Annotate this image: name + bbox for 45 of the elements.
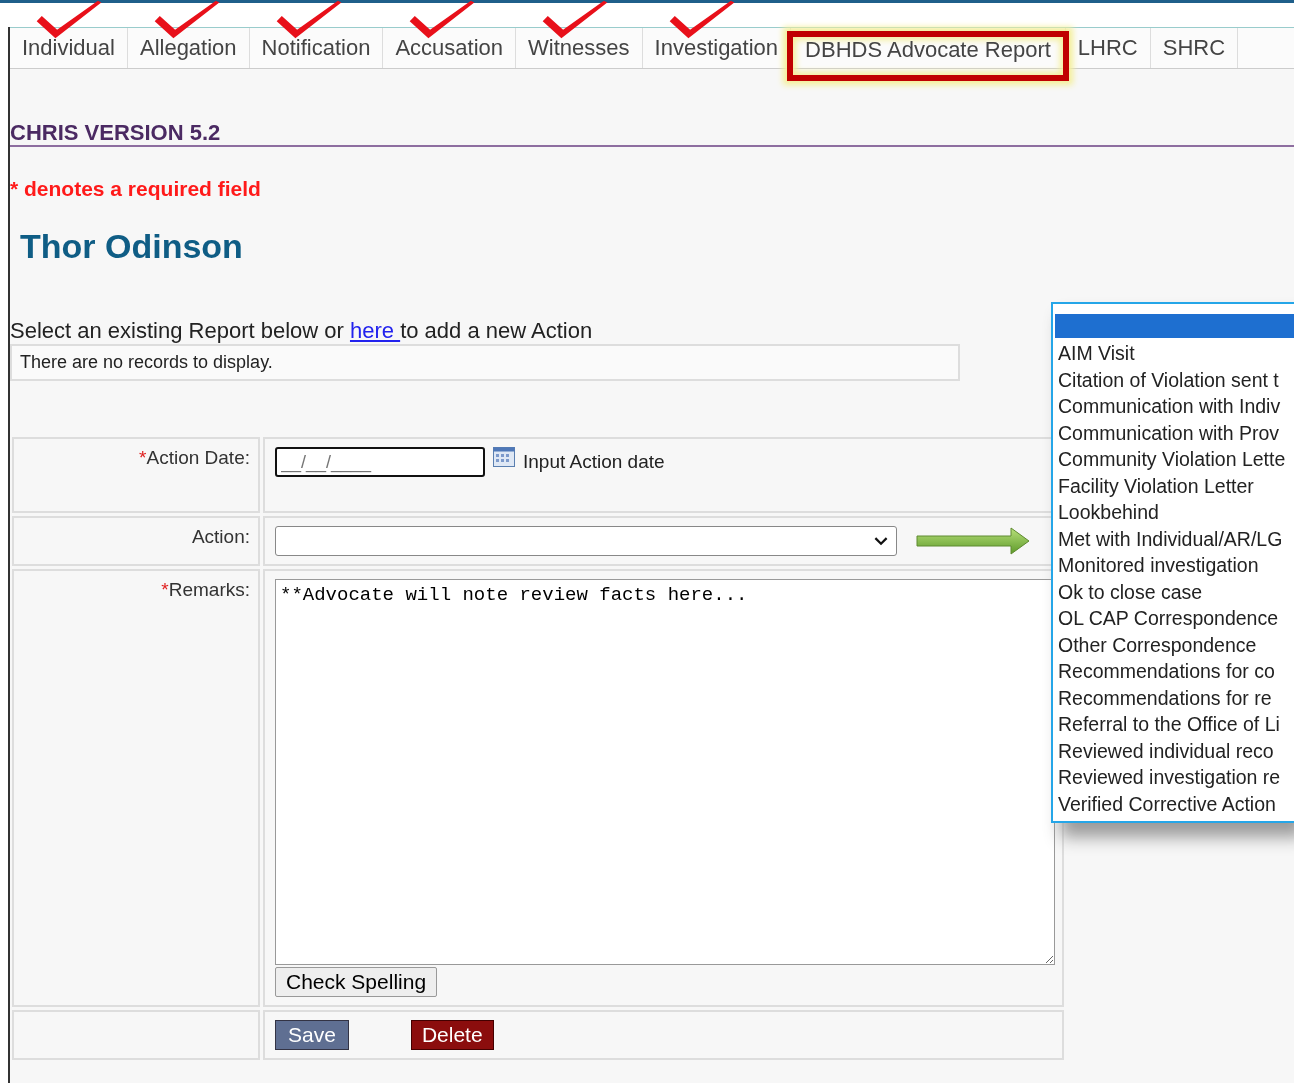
dropdown-option[interactable]: Recommendations for re — [1058, 684, 1294, 711]
tab[interactable]: Witnesses — [516, 31, 642, 65]
chevron-down-icon — [874, 537, 888, 546]
date-field[interactable]: __/__/____ — [275, 447, 485, 477]
dropdown-option[interactable]: Referral to the Office of Li — [1058, 711, 1294, 738]
check-spelling-button[interactable]: Check Spelling — [275, 967, 438, 997]
tab[interactable]: Allegation — [127, 31, 249, 65]
dropdown-option[interactable]: Communication with Indiv — [1058, 393, 1294, 420]
dropdown-option[interactable]: Communication with Prov — [1058, 419, 1294, 446]
tab[interactable]: SHRC — [1150, 31, 1238, 65]
delete-button[interactable]: Delete — [410, 1020, 494, 1050]
here-link[interactable]: here — [349, 318, 401, 343]
dropdown-option[interactable]: Recommendations for co — [1058, 658, 1294, 685]
field-label: *Action Date: — [139, 447, 250, 468]
action-dropdown[interactable] — [275, 526, 897, 556]
date-hint: Input Action date — [523, 451, 665, 473]
tab[interactable]: Individual — [10, 31, 127, 65]
version-title: CHRIS VERSION 5.2 — [10, 121, 1294, 147]
dropdown-option[interactable]: Monitored investigation — [1058, 552, 1294, 579]
dropdown-option[interactable]: OL CAP Correspondence — [1058, 605, 1294, 632]
tab[interactable]: Investigation — [642, 31, 791, 65]
field-label: *Remarks: — [161, 579, 250, 600]
dropdown-option[interactable]: Other Correspondence — [1058, 631, 1294, 658]
dropdown-option[interactable]: Ok to close case — [1058, 578, 1294, 605]
dropdown-option[interactable]: Facility Violation Letter — [1058, 472, 1294, 499]
save-button[interactable]: Save — [275, 1020, 349, 1050]
dropdown-option[interactable]: Citation of Violation sent t — [1058, 366, 1294, 393]
dropdown-option[interactable]: Lookbehind — [1058, 499, 1294, 526]
tab[interactable]: LHRC — [1065, 31, 1150, 65]
tab[interactable]: Accusation — [383, 31, 516, 65]
dropdown-option[interactable]: Met with Individual/AR/LG — [1058, 525, 1294, 552]
dropdown-option[interactable]: Community Violation Lette — [1058, 446, 1294, 473]
remarks-field[interactable]: **Advocate will note review facts here... — [275, 579, 1055, 965]
person-name: Thor Odinson — [20, 227, 244, 266]
dropdown-option[interactable]: Verified Corrective Action — [1058, 790, 1294, 817]
required-note: * denotes a required field — [10, 177, 262, 201]
tab[interactable]: Notification — [249, 31, 383, 65]
tab[interactable]: DBHDS Advocate Report — [793, 33, 1063, 66]
field-label: Action: — [191, 526, 250, 547]
empty-records-message: There are no records to display. — [20, 352, 273, 372]
dropdown-option[interactable]: AIM Visit — [1058, 340, 1294, 367]
calendar-icon[interactable] — [493, 447, 515, 467]
arrow-icon — [915, 526, 1031, 556]
dropdown-option[interactable]: Reviewed individual reco — [1058, 737, 1294, 764]
dropdown-option[interactable]: Reviewed investigation re — [1058, 764, 1294, 791]
